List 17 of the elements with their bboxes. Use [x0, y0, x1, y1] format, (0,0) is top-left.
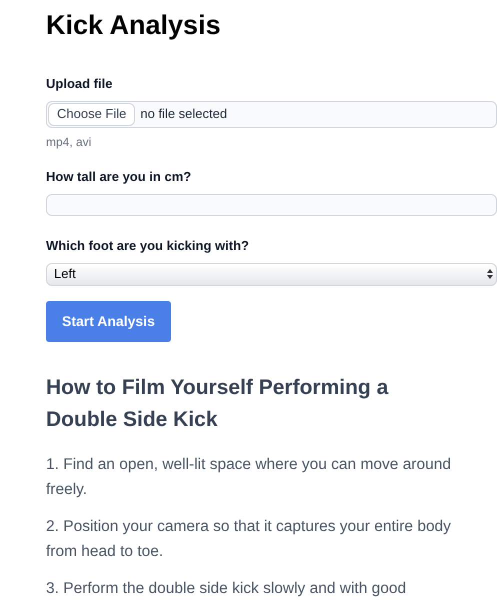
instruction-step: 2. Position your camera so that it captures your entire body from head to toe. [46, 514, 481, 564]
page-title: Kick Analysis [46, 9, 222, 42]
foot-select[interactable]: Left [46, 262, 497, 286]
field-label: How tall are you in cm? [46, 168, 192, 186]
select-arrows-icon [487, 269, 493, 279]
height-input[interactable] [46, 194, 497, 216]
section-heading: How to Film Yourself Performing a Double Side Kick [46, 374, 390, 432]
file-input[interactable]: Choose File no file selected [46, 100, 497, 128]
instruction-step: 3. Perform the double side kick slowly and with good [46, 576, 481, 600]
field-label: Which foot are you kicking with? [46, 237, 250, 255]
choose-file-button[interactable]: Choose File [48, 102, 136, 126]
field-label: Upload file [46, 75, 114, 93]
file-hint: mp4, avi [46, 134, 92, 150]
instruction-step: 1. Find an open, well-lit space where you can move around freely. [46, 452, 481, 502]
file-status: no file selected [140, 105, 228, 124]
select-value: Left [54, 265, 76, 284]
start-analysis-button[interactable]: Start Analysis [46, 300, 171, 342]
